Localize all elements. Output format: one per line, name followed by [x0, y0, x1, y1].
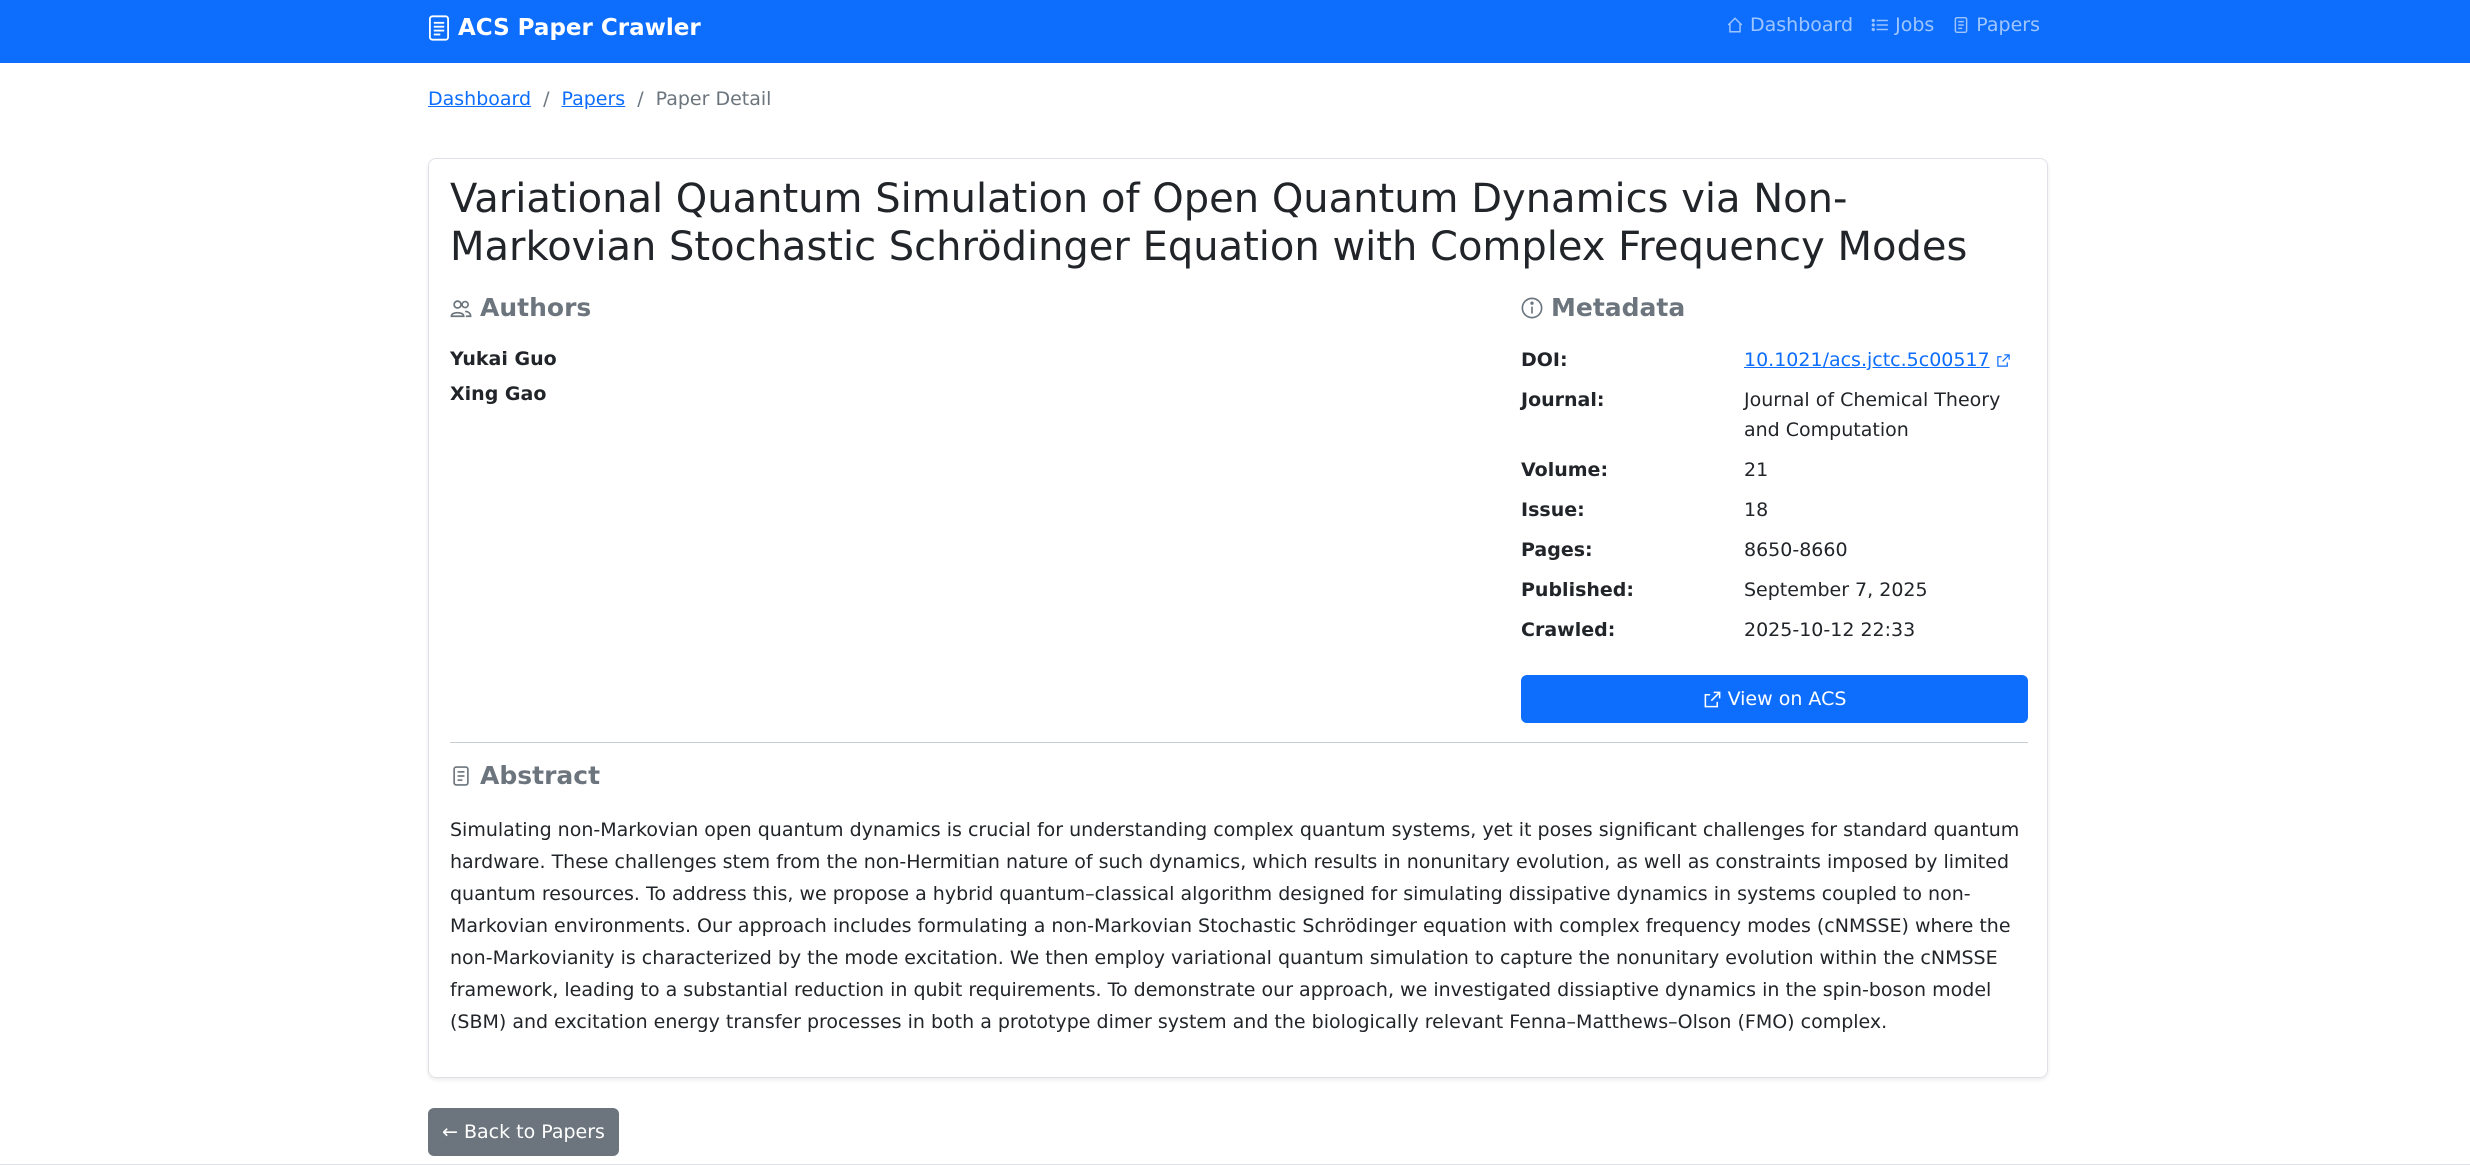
doi-link[interactable]: 10.1021/acs.jctc.5c00517: [1744, 349, 1990, 371]
people-icon: [450, 299, 472, 317]
paper-card: Variational Quantum Simulation of Open Q…: [428, 158, 2048, 1078]
abstract-heading-label: Abstract: [480, 761, 601, 790]
top-navbar: ACS Paper Crawler Dashboard Jobs Papers: [0, 0, 2470, 63]
back-to-papers-label: Back to Papers: [463, 1121, 605, 1143]
document-icon: [453, 765, 469, 786]
meta-key: Journal:: [1521, 389, 1605, 411]
brand-link[interactable]: ACS Paper Crawler: [428, 12, 701, 44]
meta-value: 10.1021/acs.jctc.5c00517: [1744, 345, 2014, 375]
meta-value: 21: [1744, 459, 1769, 481]
view-on-acs-label: View on ACS: [1727, 688, 1847, 710]
nav-dashboard-label: Dashboard: [1750, 14, 1854, 36]
meta-key: Crawled:: [1521, 619, 1616, 641]
nav-papers[interactable]: Papers: [1952, 14, 2040, 36]
author-name: Yukai Guo: [450, 348, 557, 370]
back-to-papers-button[interactable]: ← Back to Papers: [428, 1108, 619, 1156]
house-icon: [1727, 17, 1743, 33]
section-divider: [450, 742, 2028, 743]
external-link-icon[interactable]: [1996, 353, 2011, 368]
breadcrumb-current: Paper Detail: [655, 88, 772, 110]
nav-papers-label: Papers: [1976, 14, 2040, 36]
nav-links: Dashboard Jobs Papers: [1726, 14, 2040, 36]
brand-label: ACS Paper Crawler: [458, 15, 701, 41]
authors-heading: Authors: [450, 293, 591, 322]
list-icon: [1871, 18, 1888, 32]
arrow-left-icon: ←: [442, 1121, 458, 1143]
document-icon: [428, 15, 450, 41]
meta-key: Published:: [1521, 579, 1634, 601]
meta-value: 18: [1744, 499, 1769, 521]
author-name: Xing Gao: [450, 383, 547, 405]
breadcrumb-separator: /: [543, 88, 550, 110]
info-icon: [1521, 297, 1543, 318]
breadcrumb-papers[interactable]: Papers: [562, 88, 626, 110]
metadata-heading-label: Metadata: [1551, 293, 1686, 322]
document-icon: [1954, 16, 1968, 34]
view-on-acs-button[interactable]: View on ACS: [1521, 675, 2028, 723]
nav-jobs[interactable]: Jobs: [1871, 14, 1934, 36]
abstract-text: Simulating non-Markovian open quantum dy…: [450, 819, 2020, 1033]
breadcrumb: Dashboard / Papers / Paper Detail: [428, 88, 771, 110]
paper-title: Variational Quantum Simulation of Open Q…: [450, 176, 1968, 270]
nav-jobs-label: Jobs: [1895, 14, 1935, 36]
meta-value: Journal of Chemical Theory and Computati…: [1744, 389, 2001, 441]
breadcrumb-separator: /: [637, 88, 644, 110]
external-link-icon: [1704, 691, 1720, 707]
authors-heading-label: Authors: [480, 293, 592, 322]
meta-value: 8650-8660: [1744, 539, 1848, 561]
meta-key: Pages:: [1521, 539, 1593, 561]
abstract-heading: Abstract: [450, 761, 600, 790]
meta-value: September 7, 2025: [1744, 579, 1928, 601]
breadcrumb-dashboard[interactable]: Dashboard: [428, 88, 531, 110]
meta-key: Volume:: [1521, 459, 1609, 481]
meta-key: Issue:: [1521, 499, 1585, 521]
nav-dashboard[interactable]: Dashboard: [1726, 14, 1853, 36]
metadata-heading: Metadata: [1521, 293, 1685, 322]
meta-key: DOI:: [1521, 349, 1568, 371]
meta-value: 2025-10-12 22:33: [1744, 619, 1916, 641]
